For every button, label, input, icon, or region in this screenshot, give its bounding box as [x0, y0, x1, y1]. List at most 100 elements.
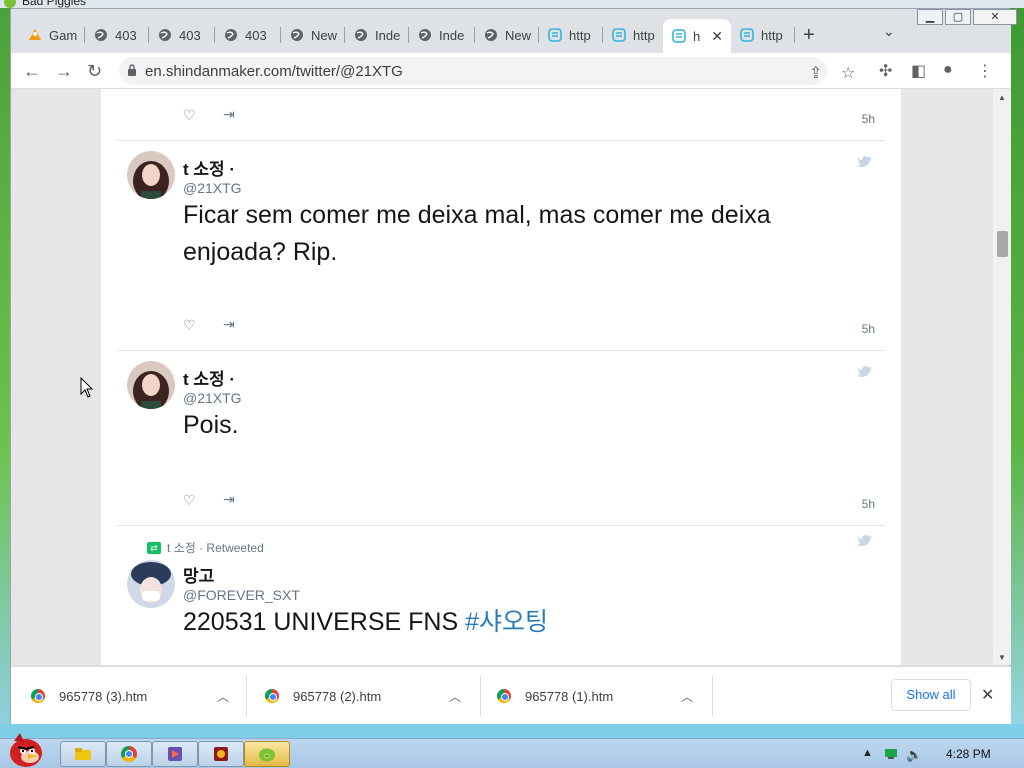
share-arrow-icon[interactable]: ⇥	[223, 316, 235, 333]
tab-new-1[interactable]: New	[281, 21, 345, 49]
tweet-time[interactable]: 5h	[862, 497, 875, 511]
tweet-author-name[interactable]: t 소정 ·	[183, 365, 235, 390]
taskbar-explorer[interactable]	[60, 741, 106, 767]
retweet-label[interactable]: t 소정 · Retweeted	[167, 539, 264, 556]
tab-shindan-1[interactable]: http	[539, 21, 603, 49]
tweet-text: 220531 UNIVERSE FNS #샤오팅	[183, 604, 863, 641]
backdrop-window-title: Bad Piggies	[22, 0, 87, 8]
chevron-up-icon[interactable]: ︿	[681, 688, 693, 705]
new-tab-button[interactable]: +	[803, 25, 815, 45]
backdrop-title-bar: Bad Piggies	[0, 0, 1024, 8]
tweet-time[interactable]: 5h	[862, 322, 875, 336]
download-item[interactable]: 965778 (1).htm ︿	[481, 667, 713, 725]
hashtag-link[interactable]: #샤오팅	[465, 608, 548, 636]
taskbar-app[interactable]	[152, 741, 198, 767]
side-panel-icon[interactable]: ◧	[911, 61, 926, 81]
download-item[interactable]: 965778 (3).htm ︿	[11, 667, 247, 725]
tab-index-1[interactable]: Inde	[345, 21, 409, 49]
tweet-author-handle[interactable]: @21XTG	[183, 390, 242, 406]
show-all-downloads-button[interactable]: Show all	[891, 679, 971, 711]
tab-close-icon[interactable]: ✕	[711, 28, 723, 45]
maximize-button[interactable]: ▢	[945, 9, 971, 25]
show-hidden-icons-arrow-icon[interactable]: ▲	[862, 747, 873, 759]
download-filename[interactable]: 965778 (1).htm	[525, 689, 613, 704]
close-shelf-icon[interactable]: ✕	[981, 685, 994, 705]
volume-speaker-icon[interactable]: 🔈	[906, 747, 922, 763]
share-arrow-icon[interactable]: ⇥	[223, 491, 235, 508]
address-bar[interactable]: en.shindanmaker.com/twitter/@21XTG ⇪ ☆	[119, 57, 855, 85]
menu-kebab-icon[interactable]: ⋮	[977, 61, 993, 81]
tweet-text: Ficar sem comer me deixa mal, mas comer …	[183, 201, 771, 266]
url-text[interactable]: en.shindanmaker.com/twitter/@21XTG	[145, 63, 403, 80]
tweet-author-handle[interactable]: @21XTG	[183, 180, 242, 196]
tweet-author-name[interactable]: t 소정 ·	[183, 155, 235, 180]
tab-games[interactable]: Gam	[19, 21, 85, 49]
chevron-up-icon[interactable]: ︿	[217, 688, 229, 705]
twitter-bird-icon[interactable]	[857, 155, 873, 169]
avatar[interactable]	[127, 151, 175, 199]
tab-shindan-2[interactable]: http	[603, 21, 663, 49]
tab-search-chevron-icon[interactable]: ⌄	[883, 23, 895, 40]
taskbar-game[interactable]	[198, 741, 244, 767]
back-arrow-icon[interactable]: ←	[23, 61, 41, 82]
download-item[interactable]: 965778 (2).htm ︿	[247, 667, 481, 725]
lock-icon	[128, 64, 136, 76]
tweet-author-handle[interactable]: @FOREVER_SXT	[183, 587, 300, 603]
globe-icon	[93, 27, 109, 43]
share-icon[interactable]: ⇪	[809, 63, 822, 83]
avatar[interactable]	[127, 560, 175, 608]
like-heart-icon[interactable]: ♡	[183, 317, 196, 334]
like-heart-icon[interactable]: ♡	[183, 492, 196, 509]
minimize-button[interactable]: ▁	[917, 9, 943, 25]
tweet-time[interactable]: 5h	[862, 112, 875, 126]
download-filename[interactable]: 965778 (2).htm	[293, 689, 381, 704]
twitter-bird-icon[interactable]	[857, 534, 873, 548]
bad-piggies-icon	[4, 0, 16, 8]
scroll-down-arrow-icon[interactable]: ▼	[998, 653, 1006, 662]
tweet-author-name[interactable]: 망고	[183, 562, 214, 587]
reload-icon[interactable]: ↻	[87, 61, 102, 82]
bookmark-star-icon[interactable]: ☆	[841, 63, 855, 83]
taskbar-clock[interactable]: 4:28 PM	[946, 747, 991, 761]
twitter-bird-icon[interactable]	[857, 365, 873, 379]
tab-403-3[interactable]: 403	[215, 21, 281, 49]
tab-shindan-3[interactable]: http	[731, 21, 795, 49]
close-window-button[interactable]: ✕	[973, 9, 1017, 25]
game-icon	[214, 747, 228, 761]
tab-403-1[interactable]: 403	[85, 21, 149, 49]
page-scrollbar[interactable]: ▲ ▼	[993, 89, 1011, 665]
backdrop-game-bottom	[0, 724, 1024, 738]
tab-strip: Gam 403 403 403 New Inde Inde New http h…	[11, 9, 1017, 53]
tab-label: 403	[179, 27, 201, 43]
tab-label: http	[761, 27, 783, 43]
taskbar-chrome[interactable]	[106, 741, 152, 767]
chevron-up-icon[interactable]: ︿	[449, 688, 461, 705]
like-heart-icon[interactable]: ♡	[183, 107, 196, 124]
forward-arrow-icon[interactable]: →	[55, 61, 73, 82]
chrome-file-icon	[265, 689, 279, 703]
taskbar: ▲ 🔈 4:28 PM	[0, 733, 1024, 768]
tab-shindan-active[interactable]: h ✕	[663, 19, 731, 53]
mouse-cursor-icon	[80, 377, 94, 398]
tab-index-2[interactable]: Inde	[409, 21, 475, 49]
globe-icon	[157, 27, 173, 43]
tab-label: Inde	[375, 27, 401, 43]
download-filename[interactable]: 965778 (3).htm	[59, 689, 147, 704]
media-app-icon	[168, 747, 182, 761]
taskbar-bad-piggies[interactable]	[244, 741, 290, 767]
tweet-text-plain: 220531 UNIVERSE FNS	[183, 608, 466, 636]
network-icon[interactable]	[884, 748, 898, 760]
extensions-puzzle-icon[interactable]: ✣	[879, 61, 892, 81]
start-button-angry-bird-icon[interactable]	[6, 731, 46, 768]
retweet-context: ⇄ t 소정 · Retweeted	[147, 539, 264, 556]
avatar[interactable]	[127, 361, 175, 409]
folder-icon	[75, 748, 91, 760]
tab-403-2[interactable]: 403	[149, 21, 215, 49]
chrome-file-icon	[31, 689, 45, 703]
tweet-retweet: ⇄ t 소정 · Retweeted 망고 @FOREVER_SXT 22053…	[117, 526, 885, 665]
share-arrow-icon[interactable]: ⇥	[223, 106, 235, 123]
scroll-up-arrow-icon[interactable]: ▲	[998, 93, 1006, 102]
scroll-thumb[interactable]	[997, 231, 1008, 257]
tab-new-2[interactable]: New	[475, 21, 539, 49]
profile-avatar-icon[interactable]: ●	[943, 61, 953, 79]
